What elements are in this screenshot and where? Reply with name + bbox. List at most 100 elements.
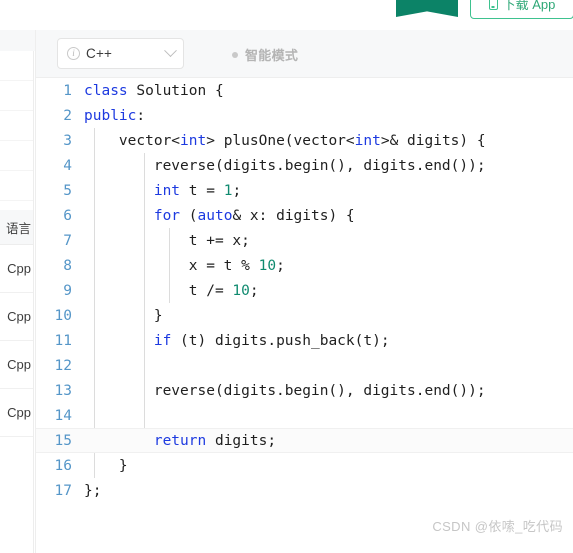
code-keyword: if <box>153 332 172 349</box>
code-line[interactable]: 4 reverse(digits.begin(), digits.end()); <box>36 153 573 178</box>
code-line-text: reverse(digits.begin(), digits.end()); <box>84 158 573 174</box>
code-line-text: public: <box>84 108 573 124</box>
code-plain: reverse(digits.begin(), digits.end()); <box>84 382 486 399</box>
code-line-text: vector<int> plusOne(vector<int>& digits)… <box>84 133 573 149</box>
submissions-table: 语言 Cpp Cpp Cpp Cpp <box>0 210 34 437</box>
code-plain: t /= <box>84 282 233 299</box>
code-line[interactable]: 3 vector<int> plusOne(vector<int>& digit… <box>36 128 573 153</box>
phone-icon <box>488 0 498 10</box>
code-plain: digits; <box>206 432 277 449</box>
code-line-text: t /= 10; <box>84 283 573 299</box>
sidebar-upper-card <box>0 51 34 233</box>
code-line[interactable]: 15 return digits; <box>36 428 573 453</box>
code-plain: & x: digits) { <box>232 207 355 224</box>
line-number: 14 <box>54 407 72 424</box>
code-plain: reverse(digits.begin(), digits.end()); <box>84 157 486 174</box>
code-line[interactable]: 6 for (auto& x: digits) { <box>36 203 573 228</box>
sidebar-lower-card <box>0 437 34 553</box>
code-line[interactable]: 16 } <box>36 453 573 478</box>
code-line-text: } <box>84 458 573 474</box>
smart-mode-label: 智能模式 <box>245 48 299 63</box>
code-line[interactable]: 1 class Solution { <box>36 78 573 103</box>
code-keyword: class <box>84 82 128 99</box>
code-plain: (t) digits.push_back(t); <box>171 332 390 349</box>
line-number: 4 <box>63 157 72 174</box>
info-circle-icon: i <box>67 47 80 60</box>
sidebar-blank-row <box>0 141 33 171</box>
line-number: 1 <box>63 82 72 99</box>
code-plain: x = t % <box>84 257 259 274</box>
line-number: 11 <box>54 332 72 349</box>
table-row[interactable]: Cpp <box>0 293 33 341</box>
line-number: 10 <box>54 307 72 324</box>
sidebar-blank-row <box>0 171 33 201</box>
code-line-list: 1 class Solution {2 public: 3 vector<int> p… <box>36 78 573 503</box>
code-plain: ( <box>180 207 198 224</box>
code-plain <box>84 433 154 449</box>
table-row[interactable]: Cpp <box>0 389 33 437</box>
code-line[interactable]: 9 t /= 10; <box>36 278 573 303</box>
code-line[interactable]: 14 <box>36 403 573 428</box>
line-number: 16 <box>54 457 72 474</box>
sidebar-blank-row <box>0 51 33 81</box>
download-app-button[interactable]: 下载 App <box>470 0 573 19</box>
watermark: CSDN @依嗦_吃代码 <box>432 519 563 534</box>
code-plain: } <box>84 457 128 474</box>
code-line-text: reverse(digits.begin(), digits.end()); <box>84 383 573 399</box>
sidebar: 语言 Cpp Cpp Cpp Cpp <box>0 30 36 553</box>
sidebar-blank-row <box>0 81 33 111</box>
sidebar-blank-row <box>0 111 33 141</box>
code-line[interactable]: 11 if (t) digits.push_back(t); <box>36 328 573 353</box>
code-line-text: }; <box>84 483 573 499</box>
code-plain: t = <box>180 182 224 199</box>
code-line[interactable]: 12 <box>36 353 573 378</box>
line-number: 9 <box>63 282 72 299</box>
table-row[interactable]: Cpp <box>0 245 33 293</box>
download-app-label: 下载 App <box>502 0 556 12</box>
code-plain <box>84 208 154 224</box>
code-line[interactable]: 5 int t = 1; <box>36 178 573 203</box>
code-plain: ; <box>249 282 259 299</box>
code-plain: ; <box>276 257 285 274</box>
code-plain: Solution { <box>127 82 224 99</box>
code-line[interactable]: 8 x = t % 10; <box>36 253 573 278</box>
code-keyword: auto <box>197 207 233 224</box>
line-number: 7 <box>63 232 72 249</box>
code-plain: : <box>136 107 146 124</box>
code-keyword: for <box>153 207 181 224</box>
code-keyword: int <box>180 132 207 149</box>
line-number: 17 <box>54 482 72 499</box>
sidebar-top-strip <box>0 30 35 51</box>
code-plain <box>84 183 154 199</box>
code-line-text: for (auto& x: digits) { <box>84 208 573 224</box>
code-plain: >& digits) { <box>380 132 486 149</box>
table-row[interactable]: Cpp <box>0 341 33 389</box>
code-number: 10 <box>258 257 277 274</box>
line-number: 5 <box>63 182 72 199</box>
code-editor[interactable]: 1 class Solution {2 public: 3 vector<int> p… <box>36 78 573 553</box>
language-select[interactable]: i C++ <box>57 38 184 69</box>
code-line-text: class Solution { <box>84 83 573 99</box>
line-number: 8 <box>63 257 72 274</box>
code-keyword: int <box>153 182 181 199</box>
app-root: 新功能 下载 App 语言 Cpp Cpp Cpp Cpp <box>0 0 573 553</box>
language-select-value: C++ <box>86 46 113 61</box>
code-plain: ; <box>232 182 242 199</box>
code-line-text: x = t % 10; <box>84 258 573 274</box>
code-line[interactable]: 2 public: <box>36 103 573 128</box>
code-line[interactable]: 17}; <box>36 478 573 503</box>
code-line[interactable]: 10 } <box>36 303 573 328</box>
line-number: 3 <box>63 132 72 149</box>
code-line-text: if (t) digits.push_back(t); <box>84 333 573 349</box>
line-number: 6 <box>63 207 72 224</box>
code-line-text: t += x; <box>84 233 573 249</box>
code-line[interactable]: 7 t += x; <box>36 228 573 253</box>
code-line[interactable]: 13 reverse(digits.begin(), digits.end())… <box>36 378 573 403</box>
editor-panel: i C++ 智能模式 1 class Solution {2 public: 3 ve… <box>36 30 573 553</box>
code-keyword: int <box>354 132 381 149</box>
code-plain: }; <box>84 482 102 499</box>
smart-mode-toggle[interactable]: 智能模式 <box>232 45 298 64</box>
top-promo-bar: 新功能 下载 App <box>0 0 573 30</box>
code-plain <box>84 333 154 349</box>
code-line-text: int t = 1; <box>84 183 573 199</box>
